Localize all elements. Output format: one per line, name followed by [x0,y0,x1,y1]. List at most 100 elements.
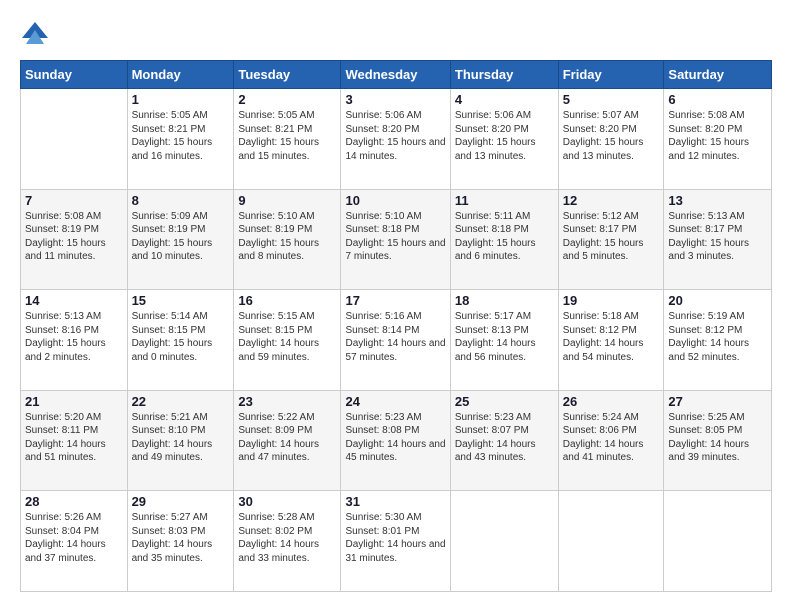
calendar-cell [450,491,558,592]
day-info: Sunrise: 5:05 AMSunset: 8:21 PMDaylight:… [238,109,336,163]
day-info: Sunrise: 5:13 AMSunset: 8:17 PMDaylight:… [668,210,767,264]
day-number: 21 [25,394,123,409]
day-number: 6 [668,92,767,107]
calendar-cell: 15Sunrise: 5:14 AMSunset: 8:15 PMDayligh… [127,290,234,391]
calendar-cell: 3Sunrise: 5:06 AMSunset: 8:20 PMDaylight… [341,89,450,190]
day-number: 16 [238,293,336,308]
calendar-cell: 9 Sunrise: 5:10 AMSunset: 8:19 PMDaylight… [234,189,341,290]
weekday-tuesday: Tuesday [234,61,341,89]
calendar-header: SundayMondayTuesdayWednesdayThursdayFrid… [21,61,772,89]
day-number: 12 [563,193,660,208]
day-info: Sunrise: 5:10 AMSunset: 8:18 PMDaylight:… [345,210,445,264]
calendar-body: 1 Sunrise: 5:05 AMSunset: 8:21 PMDaylight… [21,89,772,592]
day-info: Sunrise: 5:07 AMSunset: 8:20 PMDaylight:… [563,109,660,163]
day-info: Sunrise: 5:13 AMSunset: 8:16 PMDaylight:… [25,310,123,364]
day-info: Sunrise: 5:05 AMSunset: 8:21 PMDaylight:… [132,109,230,163]
day-info: Sunrise: 5:20 AMSunset: 8:11 PMDaylight:… [25,411,123,465]
calendar-cell: 1 Sunrise: 5:05 AMSunset: 8:21 PMDaylight… [127,89,234,190]
calendar-cell: 19 Sunrise: 5:18 AMSunset: 8:12 PMDayligh… [558,290,664,391]
calendar-cell: 10 Sunrise: 5:10 AMSunset: 8:18 PMDayligh… [341,189,450,290]
day-number: 3 [345,92,445,107]
day-info: Sunrise: 5:18 AMSunset: 8:12 PMDaylight:… [563,310,660,364]
day-number: 31 [345,494,445,509]
calendar-cell: 11Sunrise: 5:11 AMSunset: 8:18 PMDayligh… [450,189,558,290]
day-number: 8 [132,193,230,208]
day-number: 30 [238,494,336,509]
calendar-cell: 31 Sunrise: 5:30 AMSunset: 8:01 PMDayligh… [341,491,450,592]
day-info: Sunrise: 5:22 AMSunset: 8:09 PMDaylight:… [238,411,336,465]
day-number: 28 [25,494,123,509]
day-info: Sunrise: 5:26 AMSunset: 8:04 PMDaylight:… [25,511,123,565]
day-number: 18 [455,293,554,308]
day-info: Sunrise: 5:23 AMSunset: 8:07 PMDaylight:… [455,411,554,465]
calendar: SundayMondayTuesdayWednesdayThursdayFrid… [20,60,772,592]
day-info: Sunrise: 5:14 AMSunset: 8:15 PMDaylight:… [132,310,230,364]
calendar-cell: 6 Sunrise: 5:08 AMSunset: 8:20 PMDaylight… [664,89,772,190]
calendar-cell: 5 Sunrise: 5:07 AMSunset: 8:20 PMDaylight… [558,89,664,190]
day-info: Sunrise: 5:08 AMSunset: 8:19 PMDaylight:… [25,210,123,264]
calendar-cell: 2 Sunrise: 5:05 AMSunset: 8:21 PMDaylight… [234,89,341,190]
day-number: 10 [345,193,445,208]
calendar-cell: 17 Sunrise: 5:16 AMSunset: 8:14 PMDayligh… [341,290,450,391]
calendar-cell: 21 Sunrise: 5:20 AMSunset: 8:11 PMDayligh… [21,390,128,491]
calendar-week-2: 7Sunrise: 5:08 AMSunset: 8:19 PMDaylight… [21,189,772,290]
calendar-cell: 25 Sunrise: 5:23 AMSunset: 8:07 PMDayligh… [450,390,558,491]
logo [20,20,54,50]
day-info: Sunrise: 5:16 AMSunset: 8:14 PMDaylight:… [345,310,445,364]
day-number: 17 [345,293,445,308]
day-info: Sunrise: 5:24 AMSunset: 8:06 PMDaylight:… [563,411,660,465]
calendar-cell: 18 Sunrise: 5:17 AMSunset: 8:13 PMDayligh… [450,290,558,391]
day-info: Sunrise: 5:23 AMSunset: 8:08 PMDaylight:… [345,411,445,465]
day-info: Sunrise: 5:25 AMSunset: 8:05 PMDaylight:… [668,411,767,465]
calendar-week-5: 28 Sunrise: 5:26 AMSunset: 8:04 PMDayligh… [21,491,772,592]
weekday-header-row: SundayMondayTuesdayWednesdayThursdayFrid… [21,61,772,89]
day-number: 22 [132,394,230,409]
weekday-monday: Monday [127,61,234,89]
day-number: 23 [238,394,336,409]
day-info: Sunrise: 5:19 AMSunset: 8:12 PMDaylight:… [668,310,767,364]
day-number: 11 [455,193,554,208]
day-number: 20 [668,293,767,308]
calendar-cell: 4 Sunrise: 5:06 AMSunset: 8:20 PMDaylight… [450,89,558,190]
calendar-cell: 30 Sunrise: 5:28 AMSunset: 8:02 PMDayligh… [234,491,341,592]
calendar-cell: 29Sunrise: 5:27 AMSunset: 8:03 PMDayligh… [127,491,234,592]
calendar-cell: 12 Sunrise: 5:12 AMSunset: 8:17 PMDayligh… [558,189,664,290]
calendar-cell: 23 Sunrise: 5:22 AMSunset: 8:09 PMDayligh… [234,390,341,491]
day-number: 24 [345,394,445,409]
calendar-cell: 14 Sunrise: 5:13 AMSunset: 8:16 PMDayligh… [21,290,128,391]
calendar-cell [664,491,772,592]
calendar-cell: 26 Sunrise: 5:24 AMSunset: 8:06 PMDayligh… [558,390,664,491]
calendar-cell: 22Sunrise: 5:21 AMSunset: 8:10 PMDayligh… [127,390,234,491]
day-info: Sunrise: 5:06 AMSunset: 8:20 PMDaylight:… [455,109,554,163]
day-number: 14 [25,293,123,308]
header [20,20,772,50]
day-info: Sunrise: 5:08 AMSunset: 8:20 PMDaylight:… [668,109,767,163]
day-number: 2 [238,92,336,107]
day-number: 1 [132,92,230,107]
calendar-week-3: 14 Sunrise: 5:13 AMSunset: 8:16 PMDayligh… [21,290,772,391]
day-info: Sunrise: 5:09 AMSunset: 8:19 PMDaylight:… [132,210,230,264]
calendar-cell: 24 Sunrise: 5:23 AMSunset: 8:08 PMDayligh… [341,390,450,491]
day-number: 4 [455,92,554,107]
calendar-cell: 27 Sunrise: 5:25 AMSunset: 8:05 PMDayligh… [664,390,772,491]
day-number: 5 [563,92,660,107]
day-info: Sunrise: 5:10 AMSunset: 8:19 PMDaylight:… [238,210,336,264]
calendar-cell: 28 Sunrise: 5:26 AMSunset: 8:04 PMDayligh… [21,491,128,592]
day-info: Sunrise: 5:30 AMSunset: 8:01 PMDaylight:… [345,511,445,565]
calendar-week-1: 1 Sunrise: 5:05 AMSunset: 8:21 PMDaylight… [21,89,772,190]
weekday-saturday: Saturday [664,61,772,89]
day-info: Sunrise: 5:12 AMSunset: 8:17 PMDaylight:… [563,210,660,264]
day-number: 25 [455,394,554,409]
day-number: 9 [238,193,336,208]
day-info: Sunrise: 5:17 AMSunset: 8:13 PMDaylight:… [455,310,554,364]
logo-icon [20,20,50,50]
day-number: 26 [563,394,660,409]
calendar-cell: 8 Sunrise: 5:09 AMSunset: 8:19 PMDaylight… [127,189,234,290]
day-number: 29 [132,494,230,509]
weekday-wednesday: Wednesday [341,61,450,89]
day-number: 19 [563,293,660,308]
page: SundayMondayTuesdayWednesdayThursdayFrid… [0,0,792,612]
day-number: 27 [668,394,767,409]
calendar-cell: 13Sunrise: 5:13 AMSunset: 8:17 PMDayligh… [664,189,772,290]
day-info: Sunrise: 5:28 AMSunset: 8:02 PMDaylight:… [238,511,336,565]
